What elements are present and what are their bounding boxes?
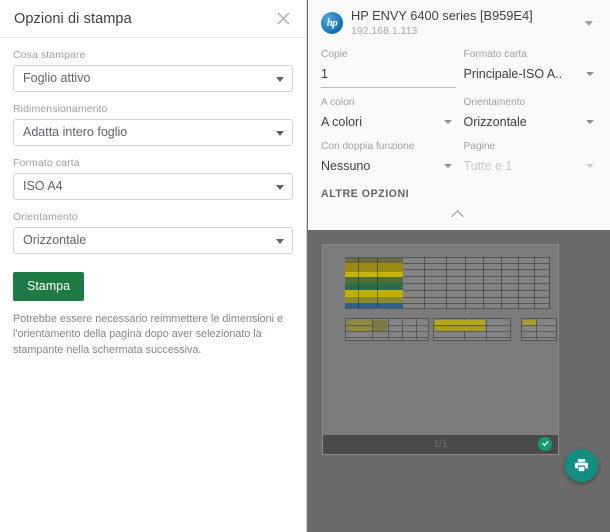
print-dialog: Opzioni di stampa Cosa stampare Foglio a…	[0, 0, 610, 532]
field-orientamento: Orientamento Orizzontale	[13, 211, 293, 254]
option-value: Principale-ISO A..	[463, 67, 563, 81]
printer-icon	[575, 458, 588, 471]
page-indicator: 1/1	[433, 438, 448, 450]
select-value: Orizzontale	[23, 234, 87, 247]
chevron-down-icon[interactable]	[578, 12, 600, 34]
field-label: Cosa stampare	[13, 49, 86, 61]
preview-color-cells	[345, 257, 403, 308]
check-circle-icon	[538, 436, 552, 451]
chevron-down-icon	[586, 163, 594, 168]
panel-header: Opzioni di stampa	[0, 0, 306, 38]
option-formato-carta: Formato carta Principale-ISO A..	[464, 49, 599, 97]
preview-grid-bottom-mid	[433, 317, 511, 341]
hp-logo-text: hp	[326, 16, 338, 29]
chevron-down-icon	[586, 119, 594, 124]
option-value: A colori	[321, 115, 362, 129]
option-label: Orientamento	[463, 96, 526, 108]
field-label: Formato carta	[13, 157, 80, 169]
printer-options-grid: Copie 1 Formato carta Principale-ISO A..…	[308, 46, 610, 185]
orientation-select[interactable]: Orizzontale	[464, 113, 599, 132]
option-label: Formato carta	[463, 48, 527, 60]
print-fab-button[interactable]	[565, 448, 598, 482]
select-ridimensionamento[interactable]: Adatta intero foglio	[13, 119, 293, 146]
pages-select: Tutte e 1	[464, 157, 599, 176]
print-note: Potrebbe essere necessario reimmettere l…	[13, 313, 284, 356]
field-formato-carta: Formato carta ISO A4	[13, 157, 293, 200]
select-value: ISO A4	[23, 180, 63, 193]
printer-info: HP ENVY 6400 series [B959E4] 192.168.1.1…	[351, 8, 578, 39]
select-orientamento[interactable]: Orizzontale	[13, 227, 293, 254]
field-ridimensionamento: Ridimensionamento Adatta intero foglio	[13, 103, 293, 146]
printer-settings-sheet: hp HP ENVY 6400 series [B959E4] 192.168.…	[308, 0, 610, 230]
color-mode-select[interactable]: A colori	[321, 113, 456, 132]
option-pagine: Pagine Tutte e 1	[464, 141, 599, 185]
input-underline	[321, 86, 456, 88]
field-label: Orientamento	[13, 211, 78, 223]
preview-page-bar: 1/1	[323, 434, 558, 454]
option-label: A colori	[321, 96, 355, 108]
chevron-down-icon	[276, 130, 284, 136]
panel-body: Cosa stampare Foglio attivo Ridimensiona…	[0, 38, 306, 358]
chevron-down-icon	[586, 71, 594, 76]
field-cosa-stampare: Cosa stampare Foglio attivo	[13, 49, 293, 92]
option-orientamento: Orientamento Orizzontale	[464, 97, 599, 141]
option-a-colori: A colori A colori	[321, 97, 456, 141]
preview-grid-bottom-left	[345, 317, 429, 341]
chevron-down-icon	[276, 238, 284, 244]
preview-page[interactable]: 1/1	[322, 243, 559, 455]
option-label: Con doppia funzione	[321, 140, 415, 152]
option-label: Pagine	[463, 140, 496, 152]
preview-grid-bottom-right	[521, 317, 557, 341]
close-icon[interactable]	[272, 8, 294, 30]
field-label: Ridimensionamento	[13, 103, 108, 115]
chevron-down-icon	[443, 119, 452, 124]
select-value: Adatta intero foglio	[23, 126, 128, 139]
hp-logo-icon: hp	[321, 12, 343, 35]
select-formato-carta[interactable]: ISO A4	[13, 173, 293, 200]
collapse-panel-button[interactable]	[308, 209, 610, 226]
printer-selector[interactable]: hp HP ENVY 6400 series [B959E4] 192.168.…	[308, 0, 610, 46]
copies-input[interactable]: 1	[321, 65, 456, 84]
chevron-down-icon	[276, 184, 284, 190]
option-value: Tutte e 1	[463, 159, 513, 173]
spreadsheet-render	[323, 245, 558, 454]
duplex-select[interactable]: Nessuno	[321, 157, 456, 176]
select-value: Foglio attivo	[23, 72, 91, 85]
print-options-panel: Opzioni di stampa Cosa stampare Foglio a…	[0, 0, 307, 532]
option-value: Nessuno	[321, 159, 371, 173]
printer-name: HP ENVY 6400 series [B959E4]	[351, 8, 533, 23]
paper-size-select[interactable]: Principale-ISO A..	[464, 65, 599, 84]
option-value: 1	[321, 67, 328, 81]
printer-panel: hp HP ENVY 6400 series [B959E4] 192.168.…	[308, 0, 610, 532]
option-value: Orizzontale	[463, 115, 527, 129]
option-label: Copie	[321, 48, 348, 60]
print-preview-area: 1/1	[308, 229, 610, 513]
chevron-up-icon	[451, 209, 464, 223]
option-copie: Copie 1	[321, 49, 456, 97]
chevron-down-icon	[443, 163, 452, 168]
printer-address: 192.168.1.113	[351, 24, 418, 37]
option-doppia-funzione: Con doppia funzione Nessuno	[321, 141, 456, 185]
more-options-button[interactable]: ALTRE OPZIONI	[308, 185, 610, 210]
print-button[interactable]: Stampa	[13, 272, 85, 301]
page-title: Opzioni di stampa	[14, 10, 132, 27]
chevron-down-icon	[276, 76, 284, 82]
select-cosa-stampare[interactable]: Foglio attivo	[13, 65, 293, 92]
